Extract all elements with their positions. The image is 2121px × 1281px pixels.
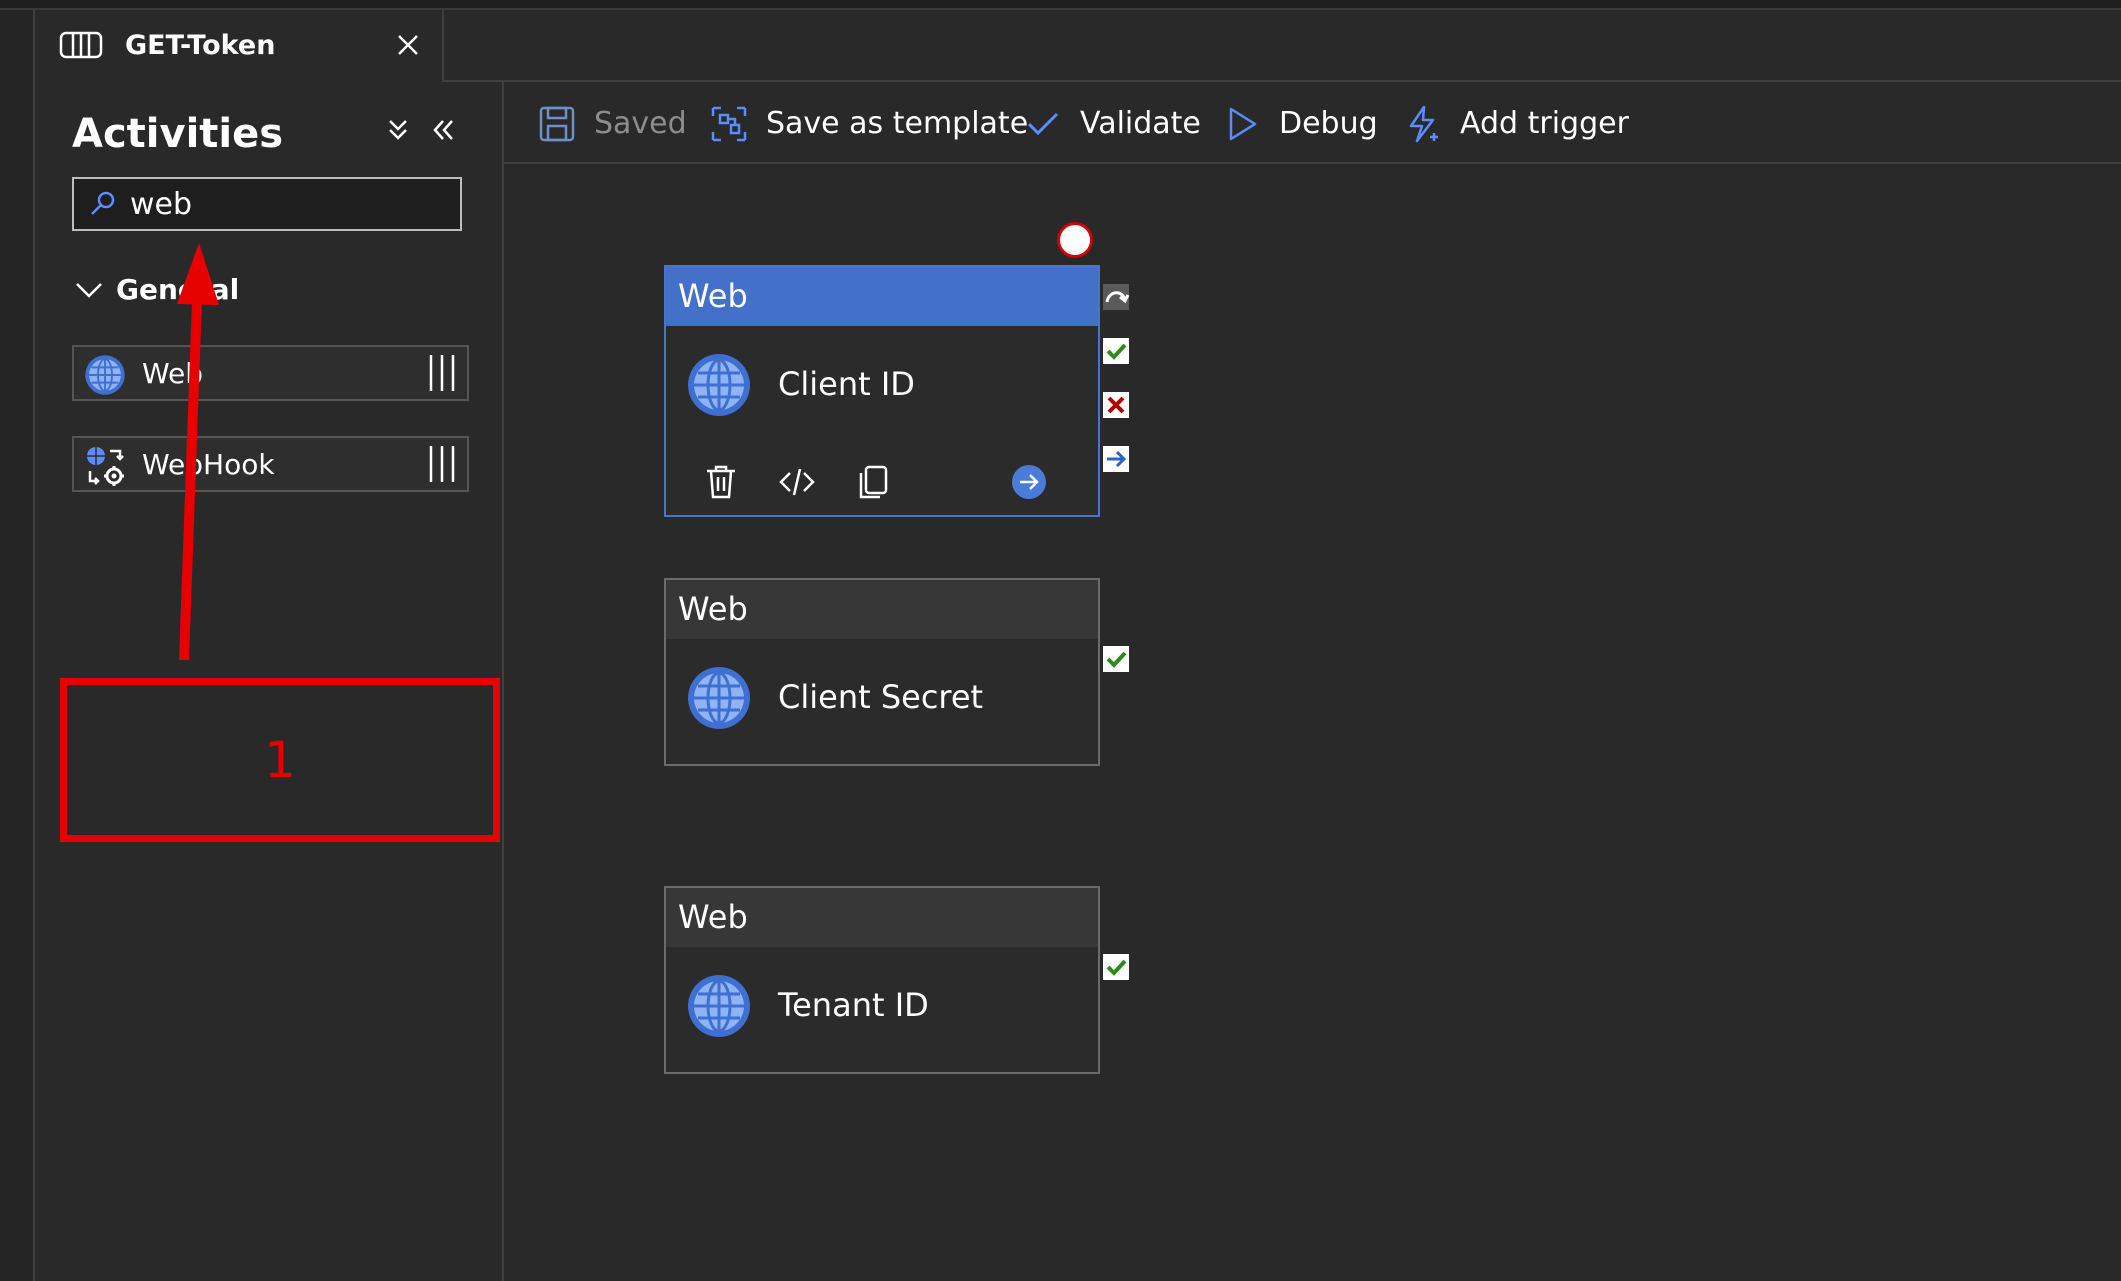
pipeline-tab[interactable]: GET-Token — [35, 10, 444, 82]
left-rail — [0, 10, 35, 1281]
node-name: Client Secret — [778, 678, 984, 716]
validate-label: Validate — [1080, 106, 1201, 141]
activity-group-label[interactable]: General — [116, 272, 239, 308]
lightning-icon — [1409, 105, 1438, 143]
activity-node-client-secret[interactable]: Web Client Secret — [664, 578, 1100, 766]
close-icon[interactable] — [393, 30, 423, 60]
debug-label: Debug — [1279, 106, 1378, 141]
node-name: Client ID — [778, 365, 915, 403]
panel-title: Activities — [72, 111, 284, 157]
failure-port-icon[interactable] — [1101, 390, 1131, 420]
arrow-right-circle-icon[interactable] — [1010, 463, 1048, 501]
template-icon — [711, 106, 747, 142]
globe-icon — [686, 665, 752, 731]
activity-item-web[interactable]: Web — [72, 345, 469, 401]
save-icon — [539, 106, 575, 142]
activity-item-webhook[interactable]: WebHook — [72, 436, 469, 492]
search-icon — [91, 191, 115, 215]
copy-icon[interactable] — [854, 463, 892, 501]
debug-button[interactable]: Debug — [1223, 100, 1378, 148]
globe-icon — [686, 973, 752, 1039]
code-icon[interactable] — [778, 463, 816, 501]
saved-button[interactable]: Saved — [538, 100, 687, 148]
activity-node-tenant-id[interactable]: Web Tenant ID — [664, 886, 1100, 1074]
validate-button[interactable]: Validate — [1024, 100, 1201, 148]
completion-port-icon[interactable] — [1101, 444, 1131, 474]
success-port-icon[interactable] — [1101, 644, 1131, 674]
node-type: Web — [666, 888, 1098, 947]
skip-port-icon[interactable] — [1101, 282, 1131, 312]
start-indicator — [1057, 222, 1093, 258]
saved-label: Saved — [594, 106, 687, 141]
activity-node-client-id[interactable]: Web Client ID — [664, 265, 1100, 517]
search-box[interactable] — [72, 177, 462, 231]
globe-icon — [84, 354, 126, 396]
activity-label: WebHook — [142, 448, 275, 481]
activity-label: Web — [142, 357, 204, 390]
tab-title: GET-Token — [125, 30, 276, 61]
toolbar-divider — [504, 162, 2121, 164]
double-chevron-left-icon[interactable] — [428, 115, 458, 145]
window-top-border — [0, 0, 2121, 10]
drag-handle-icon[interactable] — [425, 444, 459, 484]
search-input[interactable] — [130, 185, 450, 223]
globe-icon — [686, 352, 752, 418]
annotation-box: 1 — [60, 678, 500, 842]
node-type: Web — [666, 580, 1098, 639]
save-as-template-button[interactable]: Save as template — [710, 100, 1028, 148]
play-icon — [1229, 107, 1257, 141]
pipeline-icon — [59, 31, 103, 59]
drag-handle-icon[interactable] — [425, 353, 459, 393]
add-trigger-label: Add trigger — [1460, 106, 1629, 141]
webhook-icon — [87, 447, 124, 486]
node-name: Tenant ID — [778, 986, 929, 1024]
collapse-all-icon[interactable] — [383, 115, 413, 145]
save-as-template-label: Save as template — [766, 106, 1029, 141]
annotation-number: 1 — [264, 731, 296, 789]
success-port-icon[interactable] — [1101, 336, 1131, 366]
delete-icon[interactable] — [702, 463, 740, 501]
tabbar-divider — [442, 80, 2121, 82]
add-trigger-button[interactable]: Add trigger — [1404, 100, 1629, 148]
node-type: Web — [666, 267, 1098, 326]
checkmark-icon — [1027, 112, 1059, 136]
success-port-icon[interactable] — [1101, 952, 1131, 982]
chevron-down-icon[interactable] — [74, 278, 104, 304]
panel-divider — [502, 82, 504, 1281]
